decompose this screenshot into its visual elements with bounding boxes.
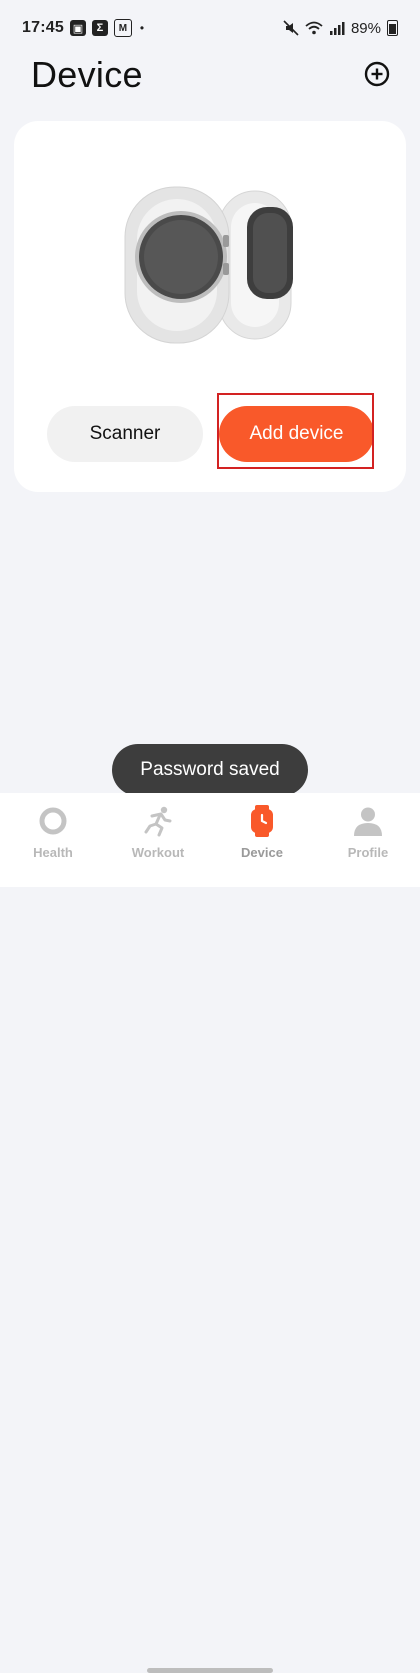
nav-label-device: Device [241, 845, 283, 860]
bottom-nav: Health Workout Device Profile [0, 793, 420, 1673]
nav-item-workout[interactable]: Workout [116, 805, 200, 865]
person-icon [351, 805, 385, 837]
nav-item-profile[interactable]: Profile [326, 805, 410, 865]
watch-and-band-illustration [124, 186, 293, 344]
wifi-icon [305, 21, 323, 35]
device-card: Scanner Add device [14, 121, 406, 492]
nav-item-health[interactable]: Health [11, 805, 95, 865]
plus-circle-icon[interactable] [364, 61, 390, 87]
battery-icon [387, 20, 398, 36]
watch-icon [245, 805, 279, 837]
gmail-notification-icon: M [113, 19, 132, 37]
ring-icon [36, 805, 70, 837]
battery-percent: 89% [350, 19, 381, 37]
header: Device [0, 54, 420, 102]
status-right: 89% [283, 20, 398, 37]
add-device-button[interactable]: Add device [219, 406, 374, 462]
signal-icon [329, 22, 345, 35]
status-time: 17:45 [22, 19, 64, 36]
mute-icon [283, 20, 299, 36]
home-indicator [147, 1668, 273, 1673]
sigma-notification-icon: Σ [91, 20, 108, 36]
scanner-button[interactable]: Scanner [47, 406, 203, 462]
toast-message: Password saved [112, 744, 308, 796]
more-notifications-dot: • [139, 21, 145, 35]
page-title: Device [31, 54, 143, 95]
gallery-notification-icon: ▣ [69, 20, 86, 36]
nav-item-device[interactable]: Device [220, 805, 304, 865]
runner-icon [141, 805, 175, 837]
status-left: 17:45 ▣ Σ M • [22, 19, 144, 37]
nav-label-profile: Profile [347, 845, 389, 860]
nav-label-health: Health [33, 845, 73, 860]
status-bar: 17:45 ▣ Σ M • 89% [0, 0, 420, 56]
nav-label-workout: Workout [131, 845, 185, 860]
